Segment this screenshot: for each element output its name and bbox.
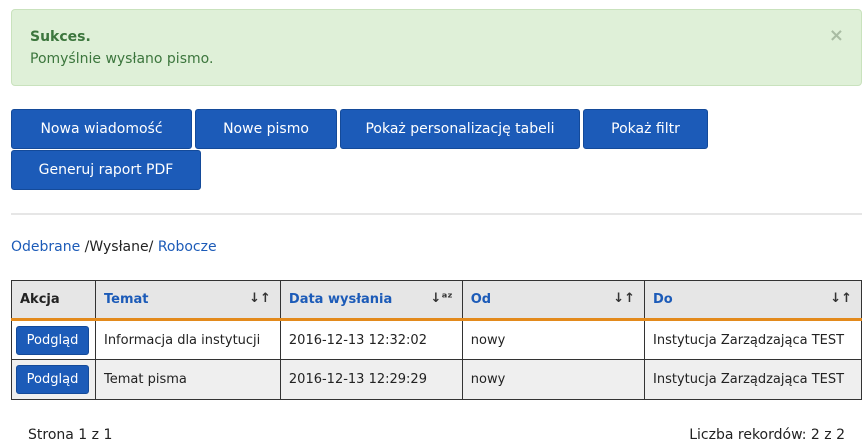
column-header-label: Akcja	[20, 292, 60, 307]
sent-date-cell: 2016-12-13 12:29:29	[279, 359, 463, 400]
tab-received[interactable]: Odebrane	[11, 239, 80, 255]
subject-cell: Informacja dla instytucji	[94, 319, 281, 360]
table-row: Podgląd Informacja dla instytucji 2016-1…	[11, 319, 862, 360]
to-cell: Instytucja Zarządzająca TEST	[644, 359, 862, 400]
column-header-label: Od	[470, 292, 492, 307]
alert-title: Sukces.	[30, 29, 91, 45]
action-cell: Podgląd	[11, 359, 96, 400]
pagination-info: Strona 1 z 1	[28, 427, 113, 443]
tab-drafts[interactable]: Robocze	[158, 239, 217, 255]
show-table-personalization-button[interactable]: Pokaż personalizację tabeli	[340, 109, 580, 149]
column-header-to[interactable]: Do ↓↑	[644, 280, 862, 321]
messages-table: Akcja Temat ↓↑ Data wysłania ↓ᵃᶻ Od ↓↑ Do ↓↑…	[11, 280, 862, 400]
action-cell: Podgląd	[11, 319, 96, 360]
preview-button[interactable]: Podgląd	[16, 325, 89, 355]
sort-icon[interactable]: ↓↑	[830, 291, 852, 306]
sort-alpha-desc-icon[interactable]: ↓ᵃᶻ	[430, 291, 452, 306]
alert-message: Pomyślnie wysłano pismo.	[30, 51, 214, 67]
divider	[11, 213, 862, 215]
folder-tabs: Odebrane /Wysłane/ Robocze	[11, 239, 217, 255]
column-header-label: Do	[653, 292, 673, 307]
new-message-button[interactable]: Nowa wiadomość	[11, 109, 192, 149]
subject-cell: Temat pisma	[94, 359, 281, 400]
table-header-row: Akcja Temat ↓↑ Data wysłania ↓ᵃᶻ Od ↓↑ Do ↓↑	[11, 280, 862, 321]
sort-icon[interactable]: ↓↑	[249, 291, 271, 306]
success-alert: Sukces. Pomyślnie wysłano pismo. ×	[11, 9, 862, 86]
sort-icon[interactable]: ↓↑	[613, 291, 635, 306]
column-header-subject[interactable]: Temat ↓↑	[94, 280, 281, 321]
close-icon[interactable]: ×	[829, 26, 844, 46]
tab-separator: /	[148, 239, 158, 255]
new-letter-button[interactable]: Nowe pismo	[195, 109, 337, 149]
sent-date-cell: 2016-12-13 12:32:02	[279, 319, 463, 360]
to-cell: Instytucja Zarządzająca TEST	[644, 319, 862, 360]
from-cell: nowy	[461, 319, 646, 360]
column-header-sent-date[interactable]: Data wysłania ↓ᵃᶻ	[279, 280, 463, 321]
column-header-label: Temat	[103, 292, 149, 307]
preview-button[interactable]: Podgląd	[16, 365, 89, 394]
column-header-from[interactable]: Od ↓↑	[461, 280, 646, 321]
show-filter-button[interactable]: Pokaż filtr	[583, 109, 708, 149]
column-header-label: Data wysłania	[288, 292, 393, 307]
tab-sent-active: Wysłane	[89, 239, 149, 255]
from-cell: nowy	[461, 359, 646, 400]
generate-pdf-report-button[interactable]: Generuj raport PDF	[11, 150, 201, 190]
column-header-action: Akcja	[11, 280, 96, 321]
table-row: Podgląd Temat pisma 2016-12-13 12:29:29 …	[11, 359, 862, 400]
record-count: Liczba rekordów: 2 z 2	[689, 427, 845, 443]
